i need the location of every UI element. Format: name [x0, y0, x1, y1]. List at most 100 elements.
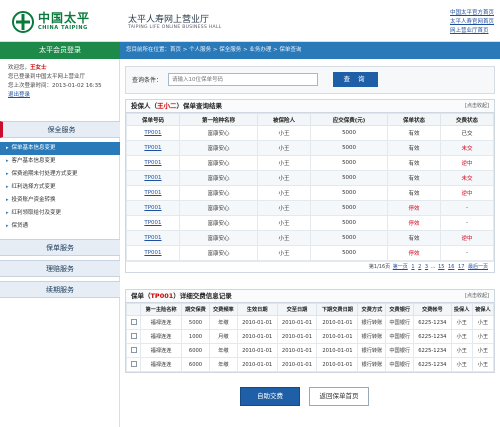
premium-amount: 5000 — [310, 185, 389, 201]
page-link-16[interactable]: 16 — [448, 264, 454, 270]
collapse-payment-detail-link[interactable]: [点击收起] — [465, 290, 489, 303]
row-checkbox[interactable] — [130, 347, 137, 354]
page-link-3[interactable]: 3 — [425, 264, 428, 270]
col-insured: 被保险人 — [257, 113, 312, 126]
submenu-policy-basic-info[interactable]: ▸ 保单基本信息变更 — [0, 142, 120, 155]
submenu-fund-switch[interactable]: ▸ 投资账户资金转换 — [0, 194, 120, 207]
policy-status: 有效 — [387, 185, 442, 201]
paid-to-date: 2010-01-01 — [276, 315, 318, 330]
insured: 小王 — [471, 357, 495, 372]
first-page-link[interactable]: 第一页 — [393, 264, 408, 270]
payment-frequency: 年缴 — [208, 343, 238, 358]
member-login-heading: 太平会员登录 — [0, 42, 120, 59]
insured-name: 小王 — [257, 230, 312, 246]
brand-name-en: CHINA TAIPING — [38, 25, 88, 31]
preservation-submenu: ▸ 保单基本信息变更 ▸ 客户基本信息变更 ▸ 保费逾期未付处理方式变更 ▸ 红利选择方… — [0, 142, 120, 233]
insured-name: 小王 — [257, 170, 312, 186]
policy-number-link[interactable]: TP001 — [126, 140, 180, 156]
table-row: TP001 富康安心 小王 5000 有效 未交 — [126, 170, 494, 186]
premium-amount: 5000 — [310, 230, 389, 246]
table-row: 福禄连连 5000 年缴 2010-01-01 2010-01-01 2010-01-01… — [126, 315, 495, 330]
col-payment-method: 交费方式 — [357, 303, 387, 316]
next-payment-date: 2010-01-01 — [316, 329, 359, 344]
detail-policy-no: TP001 — [150, 292, 174, 300]
table-row: TP001 富康安心 小王 5000 停效 - — [126, 245, 494, 261]
payment-status: - — [440, 200, 494, 216]
policy-number-link[interactable]: TP001 — [126, 125, 180, 141]
main-product: 福禄连连 — [139, 315, 183, 330]
effective-date: 2010-01-01 — [236, 357, 278, 372]
policy-status: 停效 — [387, 200, 442, 216]
submenu-overdue-premium[interactable]: ▸ 保费逾期未付处理方式变更 — [0, 168, 120, 181]
row-checkbox-cell — [126, 343, 141, 358]
submenu-policy-loan[interactable]: ▸ 保贷通 — [0, 220, 120, 233]
last-page-link[interactable]: 最后一页 — [468, 264, 488, 270]
policy-number-link[interactable]: TP001 — [126, 170, 180, 186]
page-link-17[interactable]: 17 — [458, 264, 464, 270]
page-link-15[interactable]: 15 — [438, 264, 444, 270]
row-checkbox[interactable] — [130, 333, 137, 340]
premium-amount: 5000 — [310, 215, 389, 231]
link-taiping-life-home[interactable]: 太平人寿官网首页 — [450, 18, 494, 27]
submenu-dividend-payout[interactable]: ▸ 红利领取给付及变更 — [0, 207, 120, 220]
policy-number-link[interactable]: TP001 — [126, 230, 180, 246]
product-name: 富康安心 — [178, 140, 259, 156]
premium-amount: 5000 — [310, 245, 389, 261]
product-name: 富康安心 — [178, 200, 259, 216]
row-checkbox[interactable] — [130, 361, 137, 368]
policy-number-link[interactable]: TP001 — [126, 155, 180, 171]
main-product: 福禄连连 — [139, 329, 183, 344]
submenu-customer-basic-info[interactable]: ▸ 客户基本信息变更 — [0, 155, 120, 168]
product-name: 富康安心 — [178, 245, 259, 261]
col-main-product: 第一险种名称 — [178, 113, 259, 126]
policy-number-input[interactable] — [168, 73, 318, 86]
col-policy-status: 保单状态 — [387, 113, 442, 126]
search-button[interactable]: 查 询 — [333, 72, 378, 87]
submenu-dividend-option[interactable]: ▸ 红利选择方式变更 — [0, 181, 120, 194]
collapse-policy-results-link[interactable]: [点击收起] — [465, 100, 489, 113]
arrow-right-icon: ▸ — [6, 171, 9, 177]
row-checkbox[interactable] — [130, 319, 137, 326]
col-main-product: 第一主险名称 — [139, 303, 183, 316]
col-next-payment-date: 下期交费日期 — [316, 303, 359, 316]
menu-group-claims[interactable]: 理赔服务 — [0, 260, 120, 277]
policy-number-link[interactable]: TP001 — [126, 185, 180, 201]
next-payment-date: 2010-01-01 — [316, 343, 359, 358]
logout-link[interactable]: 退出登录 — [8, 92, 30, 98]
effective-date: 2010-01-01 — [236, 343, 278, 358]
link-online-hall-home[interactable]: 网上营业厅首页 — [450, 27, 494, 36]
payment-status: - — [440, 245, 494, 261]
col-payment-status: 交费状态 — [440, 113, 494, 126]
payment-frequency: 年缴 — [208, 315, 238, 330]
col-insured: 被保人 — [471, 303, 495, 316]
arrow-right-icon: ▸ — [6, 184, 9, 190]
welcome-greeting: 欢迎您， — [8, 65, 31, 71]
page-ellipsis: ... — [430, 264, 436, 270]
menu-group-policy[interactable]: 保单服务 — [0, 239, 120, 256]
policy-number-link[interactable]: TP001 — [126, 245, 180, 261]
page-link-1[interactable]: 1 — [411, 264, 414, 270]
self-service-payment-button[interactable]: 自助交费 — [240, 387, 300, 406]
menu-group-renewal[interactable]: 续期服务 — [0, 281, 120, 298]
policyholder-name: 王小二 — [157, 102, 177, 110]
insured-name: 小王 — [257, 245, 312, 261]
policyholder: 小王 — [450, 315, 473, 330]
col-payment-frequency: 交费频率 — [208, 303, 238, 316]
link-china-taiping-home[interactable]: 中国太平官方首页 — [450, 9, 494, 18]
insured: 小王 — [471, 343, 495, 358]
product-name: 富康安心 — [178, 170, 259, 186]
row-checkbox-cell — [126, 315, 141, 330]
menu-group-preservation[interactable]: 保全服务 — [0, 121, 120, 138]
policy-number-link[interactable]: TP001 — [126, 200, 180, 216]
policy-number-link[interactable]: TP001 — [126, 215, 180, 231]
product-name: 富康安心 — [178, 155, 259, 171]
payment-detail-panel: 保单（TP001）详细交费信息记录 [点击收起] 第一主险名称 期交保费 交费频… — [125, 289, 495, 373]
policy-results-title: 投保人（王小二）保单查询结果 [点击收起] — [126, 100, 494, 113]
policyholder: 小王 — [450, 329, 473, 344]
page-link-2[interactable]: 2 — [418, 264, 421, 270]
col-account-no: 交费帐号 — [413, 303, 452, 316]
account-no: 6225-1234 — [413, 315, 452, 330]
col-paid-to-date: 交至日期 — [276, 303, 318, 316]
back-to-policy-home-button[interactable]: 返回保单首页 — [309, 387, 369, 406]
arrow-right-icon: ▸ — [6, 223, 9, 229]
